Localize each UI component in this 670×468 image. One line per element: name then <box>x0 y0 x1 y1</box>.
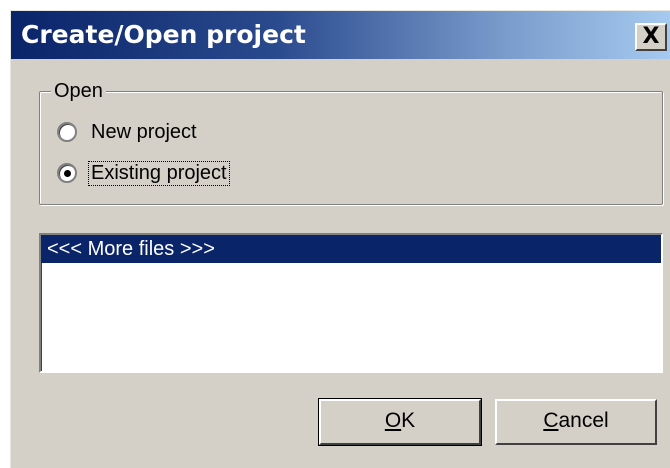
radio-existing-project[interactable]: Existing project <box>57 159 230 187</box>
open-groupbox <box>39 91 663 205</box>
radio-new-project-label[interactable]: New project <box>89 121 199 144</box>
cancel-button-label: ancel <box>558 409 609 432</box>
close-icon: X <box>642 24 660 49</box>
close-button[interactable]: X <box>635 23 667 51</box>
files-listbox[interactable]: <<< More files >>> <box>39 233 663 373</box>
radio-new-project[interactable]: New project <box>57 118 199 146</box>
radio-existing-project-button[interactable] <box>57 163 77 183</box>
radio-selected-dot <box>64 170 71 177</box>
radio-new-project-button[interactable] <box>57 122 77 142</box>
list-item-more-files[interactable]: <<< More files >>> <box>41 235 661 263</box>
title-bar[interactable]: Create/Open project X <box>11 11 670 59</box>
ok-button-label: K <box>401 409 416 432</box>
open-group-label: Open <box>51 79 106 103</box>
ok-button-mnemonic: O <box>384 409 402 432</box>
cancel-button-mnemonic: C <box>543 409 559 432</box>
radio-existing-project-label[interactable]: Existing project <box>88 160 230 186</box>
cancel-button[interactable]: Cancel <box>495 399 657 445</box>
ok-button[interactable]: OK <box>318 398 482 446</box>
dialog-title: Create/Open project <box>21 20 306 49</box>
create-open-project-dialog: Create/Open project X Open New project E… <box>10 10 670 468</box>
